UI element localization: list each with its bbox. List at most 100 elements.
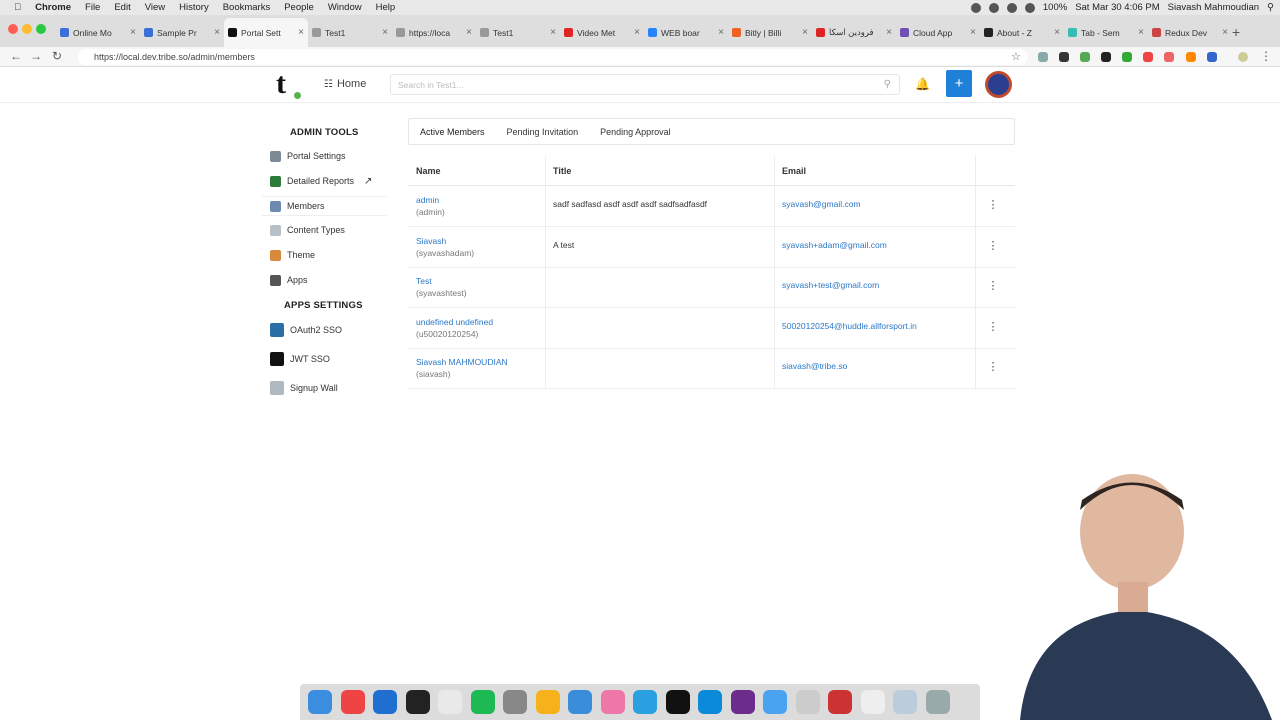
status-icon[interactable] xyxy=(988,2,999,13)
sidebar-item-members[interactable]: Members xyxy=(262,196,387,216)
dock-app-icon[interactable] xyxy=(568,690,592,714)
browser-tab[interactable]: ﻓﺮﻭﺩﻳﻦ ﺍﺳﻜﺎ × xyxy=(812,18,896,47)
home-link[interactable]: ☷ Home xyxy=(324,78,366,90)
sidebar-item-apps[interactable]: Apps xyxy=(262,270,387,290)
close-tab-icon[interactable]: × xyxy=(802,27,808,38)
close-tab-icon[interactable]: × xyxy=(466,27,472,38)
dock-app-icon[interactable] xyxy=(795,690,820,714)
minimize-window-icon[interactable] xyxy=(22,24,32,34)
extension-icon[interactable] xyxy=(1080,52,1090,62)
dock-app-icon[interactable] xyxy=(373,690,397,714)
apple-icon[interactable]:  xyxy=(14,2,21,13)
member-email-link[interactable]: 50020120254@huddle.allforsport.in xyxy=(782,321,917,331)
browser-tab[interactable]: Online Mo × xyxy=(56,18,140,47)
close-tab-icon[interactable]: × xyxy=(1054,27,1060,38)
dock-app-icon[interactable] xyxy=(600,690,625,714)
user-name[interactable]: Siavash Mahmoudian xyxy=(1168,2,1259,13)
search-icon[interactable]: ⚲ xyxy=(884,75,891,95)
tab-pending-invitation[interactable]: Pending Invitation xyxy=(496,119,590,144)
more-menu-icon[interactable]: ⋮ xyxy=(1260,49,1272,63)
member-email-link[interactable]: syavash+adam@gmail.com xyxy=(782,240,887,250)
member-email-link[interactable]: siavash@tribe.so xyxy=(782,361,847,371)
wifi-icon[interactable] xyxy=(1024,2,1035,13)
member-email-link[interactable]: syavash+test@gmail.com xyxy=(782,280,879,290)
forward-icon[interactable]: → xyxy=(30,49,42,63)
search-input[interactable]: Search in Test1... ⚲ xyxy=(390,74,900,95)
member-email-link[interactable]: syavash@gmail.com xyxy=(782,199,861,209)
sidebar-item-signup-wall[interactable]: Signup Wall xyxy=(262,378,387,398)
menu-view[interactable]: View xyxy=(145,2,165,13)
sidebar-item-theme[interactable]: Theme xyxy=(262,245,387,265)
dock-app-icon[interactable] xyxy=(925,690,950,714)
column-email[interactable]: Email xyxy=(782,166,806,176)
cloud-icon[interactable] xyxy=(1006,2,1017,13)
row-actions-icon[interactable]: ⋮ xyxy=(986,237,1000,255)
menu-edit[interactable]: Edit xyxy=(114,2,130,13)
browser-tab[interactable]: Tab - Sem × xyxy=(1064,18,1148,47)
sidebar-item-jwt-sso[interactable]: JWT SSO xyxy=(262,349,387,369)
extension-icon[interactable] xyxy=(1207,52,1217,62)
dock-app-icon[interactable] xyxy=(405,690,430,714)
close-tab-icon[interactable]: × xyxy=(886,27,892,38)
member-name-link[interactable]: undefined undefined xyxy=(416,316,493,328)
profile-icon[interactable] xyxy=(1238,52,1248,62)
close-tab-icon[interactable]: × xyxy=(634,27,640,38)
menu-people[interactable]: People xyxy=(284,2,314,13)
extension-icon[interactable] xyxy=(1038,52,1048,62)
browser-tab[interactable]: Bitly | Billi × xyxy=(728,18,812,47)
browser-tab[interactable]: WEB boar × xyxy=(644,18,728,47)
bookmark-star-icon[interactable]: ☆ xyxy=(1011,50,1021,63)
dock-app-icon[interactable] xyxy=(340,690,365,714)
dock-app-icon[interactable] xyxy=(503,690,527,714)
extension-icon[interactable] xyxy=(1059,52,1069,62)
dock-app-icon[interactable] xyxy=(633,690,657,714)
tribe-logo[interactable]: t xyxy=(276,69,286,99)
new-tab-button[interactable]: + xyxy=(1232,24,1240,40)
dock-app-icon[interactable] xyxy=(470,690,495,714)
browser-tab[interactable]: About - Z × xyxy=(980,18,1064,47)
extension-icon[interactable] xyxy=(1186,52,1196,62)
browser-tab[interactable]: Video Met × xyxy=(560,18,644,47)
dock-app-icon[interactable] xyxy=(860,690,885,714)
browser-tab[interactable]: Sample Pr × xyxy=(140,18,224,47)
dock-app-icon[interactable] xyxy=(665,690,690,714)
dock-app-icon[interactable] xyxy=(730,690,755,714)
sidebar-item-portal-settings[interactable]: Portal Settings xyxy=(262,146,387,166)
sidebar-item-detailed-reports[interactable]: Detailed Reports ↗ xyxy=(262,171,387,191)
extension-icon[interactable] xyxy=(1143,52,1153,62)
menu-file[interactable]: File xyxy=(85,2,100,13)
dock-app-icon[interactable] xyxy=(893,690,917,714)
create-button[interactable]: + xyxy=(946,70,972,97)
dock-app-icon[interactable] xyxy=(535,690,560,714)
reload-icon[interactable]: ↻ xyxy=(52,49,62,63)
column-name[interactable]: Name xyxy=(416,166,441,176)
menu-help[interactable]: Help xyxy=(376,2,396,13)
close-tab-icon[interactable]: × xyxy=(298,27,304,38)
close-tab-icon[interactable]: × xyxy=(718,27,724,38)
dock-app-icon[interactable] xyxy=(763,690,787,714)
bell-icon[interactable]: 🔔 xyxy=(915,77,930,91)
dock-app-icon[interactable] xyxy=(438,690,462,714)
avatar[interactable] xyxy=(985,71,1012,98)
dock-app-icon[interactable] xyxy=(698,690,722,714)
menu-chrome[interactable]: Chrome xyxy=(35,2,71,13)
close-tab-icon[interactable]: × xyxy=(550,27,556,38)
close-tab-icon[interactable]: × xyxy=(970,27,976,38)
member-name-link[interactable]: Siavash MAHMOUDIAN xyxy=(416,356,508,368)
tab-active-members[interactable]: Active Members xyxy=(409,119,496,144)
extension-icon[interactable] xyxy=(1101,52,1111,62)
url-field[interactable]: https://local.dev.tribe.so/admin/members xyxy=(78,49,1028,65)
close-tab-icon[interactable]: × xyxy=(1222,27,1228,38)
menu-bookmarks[interactable]: Bookmarks xyxy=(223,2,271,13)
member-name-link[interactable]: Siavash xyxy=(416,235,446,247)
menu-window[interactable]: Window xyxy=(328,2,362,13)
browser-tab[interactable]: Test1 × xyxy=(476,18,560,47)
dock-app-icon[interactable] xyxy=(308,690,332,714)
browser-tab[interactable]: Test1 × xyxy=(308,18,392,47)
spotlight-icon[interactable]: ⚲ xyxy=(1267,2,1274,13)
member-name-link[interactable]: admin xyxy=(416,194,439,206)
back-icon[interactable]: ← xyxy=(10,49,22,63)
close-window-icon[interactable] xyxy=(8,24,18,34)
row-actions-icon[interactable]: ⋮ xyxy=(986,196,1000,214)
browser-tab[interactable]: Cloud App × xyxy=(896,18,980,47)
